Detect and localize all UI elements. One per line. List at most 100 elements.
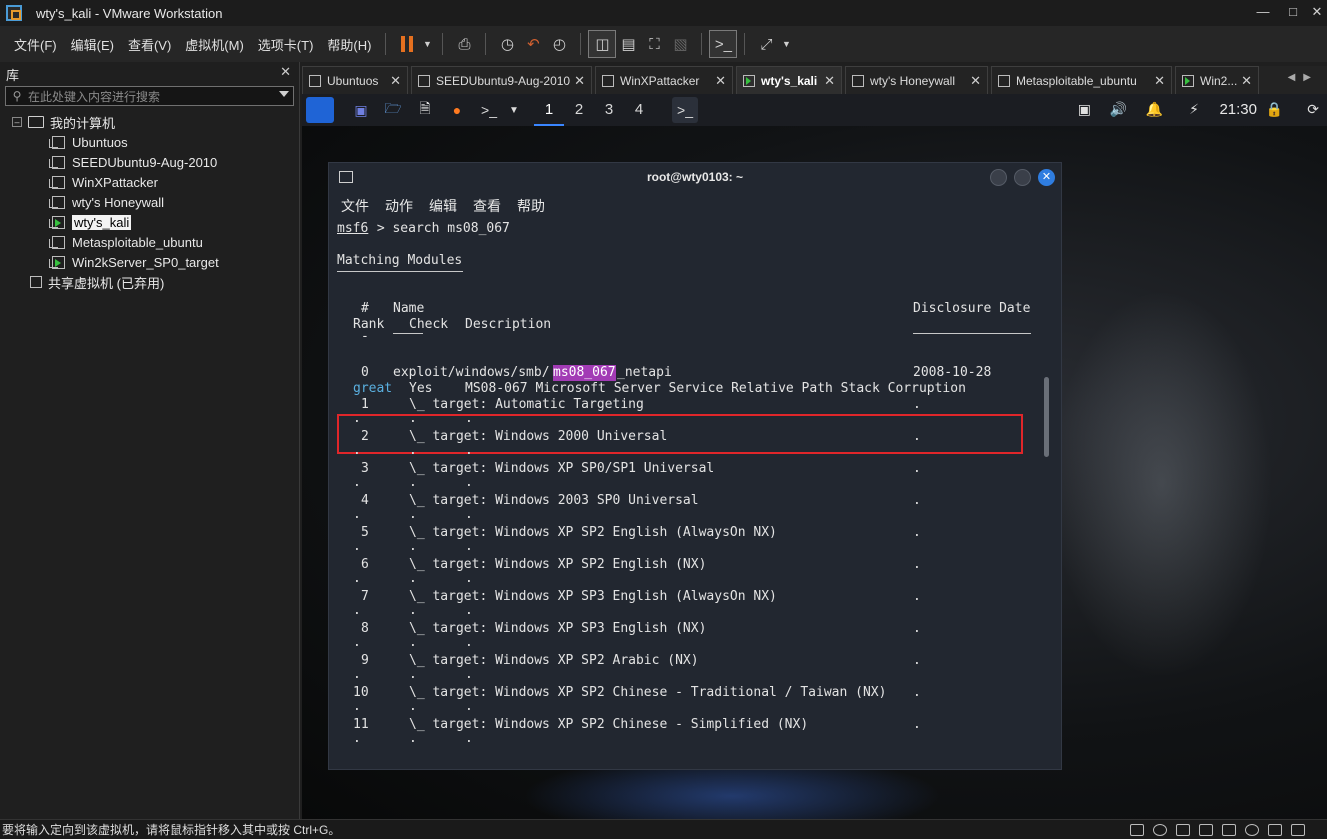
notification-bell-icon[interactable]: 🔔 [1146,101,1163,118]
send-ctrl-alt-del-icon[interactable]: ⎙ [451,31,477,57]
tree-item-vm[interactable]: SEEDUbuntu9-Aug-2010 [0,152,299,172]
minimize-icon[interactable]: — [1246,0,1280,26]
terminal-menu-help[interactable]: 帮助 [517,196,545,216]
display-icon[interactable]: ▣ [1078,101,1091,118]
thumbnail-bar-icon[interactable]: ▤ [615,31,641,57]
tab-metasploitable-ubuntu[interactable]: Metasploitable_ubuntu ✕ [991,66,1172,94]
terminal-title-bar[interactable]: root@wty0103: ~ ✕ [329,163,1061,193]
dot: . [409,539,417,554]
show-library-icon[interactable]: ◫ [588,30,617,58]
menu-help[interactable]: 帮助(H) [321,35,377,54]
terminal-close-icon[interactable]: ✕ [1038,169,1055,186]
network-icon[interactable] [1176,824,1190,836]
snapshot-icon[interactable]: ◷ [494,31,520,57]
power-manager-icon[interactable]: ⚡ [1189,101,1199,118]
tree-item-vm[interactable]: Metasploitable_ubuntu [0,232,299,252]
cd-drive-icon[interactable] [1153,824,1167,836]
tree-item-vm[interactable]: wty's Honeywall [0,192,299,212]
underline-rule [913,333,1031,334]
sound-card-icon[interactable] [1222,824,1236,836]
dot: . [353,699,361,714]
tree-item-vm-selected[interactable]: wty's_kali [0,212,299,232]
tab-seedubuntu[interactable]: SEEDUbuntu9-Aug-2010 ✕ [411,66,592,94]
tree-item-label: wty's_kali [72,214,132,230]
tab-wtys-kali[interactable]: wty's_kali ✕ [736,66,842,94]
tree-item-vm[interactable]: WinXPattacker [0,172,299,192]
workspace-3[interactable]: 3 [594,94,624,126]
menu-view[interactable]: 查看(V) [122,35,177,54]
clock[interactable]: 21:30 [1219,101,1257,118]
pause-icon[interactable] [394,31,420,57]
target-text: \_ target: Windows XP SP3 English (NX) [409,621,707,636]
tab-winxpattacker[interactable]: WinXPattacker ✕ [595,66,733,94]
fullscreen-icon[interactable]: ⛶ [641,31,667,57]
tab-close-icon[interactable]: ✕ [1154,73,1165,89]
lock-icon[interactable]: 🔒 [1266,101,1283,118]
tree-item-vm[interactable]: Win2kServer_SP0_target [0,252,299,272]
target-text: \_ target: Windows XP SP2 Chinese - Trad… [409,685,887,700]
terminal-menu-edit[interactable]: 编辑 [429,196,457,216]
firefox-icon[interactable]: ● [444,97,470,123]
workspace-1[interactable]: 1 [534,94,564,126]
kali-menu-icon[interactable] [306,97,334,123]
hard-disk-icon[interactable] [1130,824,1144,836]
menu-edit[interactable]: 编辑(E) [65,35,120,54]
terminal-scrollbar[interactable] [1044,377,1049,457]
text-editor-icon[interactable]: 🗎 [412,97,438,123]
close-icon[interactable]: ✕ [1300,0,1327,26]
terminal-minimize-icon[interactable] [990,169,1007,186]
tab-scroll-arrows-icon[interactable]: ◀▶ [1288,72,1319,83]
tree-item-vm[interactable]: Ubuntuos [0,132,299,152]
stretch-guest-icon[interactable]: ⤢ [753,31,779,57]
tab-wtys-honeywall[interactable]: wty's Honeywall ✕ [845,66,988,94]
volume-icon[interactable]: 🔊 [1110,101,1127,118]
terminal-maximize-icon[interactable] [1014,169,1031,186]
menu-vm[interactable]: 虚拟机(M) [179,35,250,54]
dot: . [353,635,361,650]
terminal-menu-file[interactable]: 文件 [341,196,369,216]
tab-close-icon[interactable]: ✕ [574,73,585,89]
tab-close-icon[interactable]: ✕ [1241,73,1252,89]
workspace-2[interactable]: 2 [564,94,594,126]
stretch-dropdown-icon[interactable]: ▼ [779,31,793,57]
unity-icon[interactable]: ▧ [667,31,693,57]
tab-win2k[interactable]: Win2... ✕ [1175,66,1259,94]
tree-item-shared-vms[interactable]: 共享虚拟机 (已弃用) [0,272,299,292]
console-view-icon[interactable]: >_ [709,30,738,58]
tab-close-icon[interactable]: ✕ [824,73,835,89]
vm-running-icon [49,255,65,269]
display-device-icon[interactable] [1268,824,1282,836]
collapse-icon[interactable]: – [12,117,22,127]
tab-close-icon[interactable]: ✕ [390,73,401,89]
terminal-menu-view[interactable]: 查看 [473,196,501,216]
revert-snapshot-icon[interactable]: ↶ [520,31,546,57]
dot: . [465,411,473,426]
workspace-4[interactable]: 4 [624,94,654,126]
message-icon[interactable] [1291,824,1305,836]
tree-root-my-computer[interactable]: – 我的计算机 [0,112,299,132]
file-manager-icon[interactable]: 🗁 [380,97,406,123]
taskbar-terminal-icon[interactable]: >_ [672,97,698,123]
settings-icon[interactable] [1245,824,1259,836]
terminal-menu-actions[interactable]: 动作 [385,196,413,216]
menu-file[interactable]: 文件(F) [8,35,63,54]
desktop-icon[interactable]: ▣ [348,97,374,123]
target-index: 3 [361,461,369,476]
header-description: Description [465,317,552,332]
target-text: \_ target: Windows 2000 Universal [409,429,668,444]
tab-close-icon[interactable]: ✕ [970,73,981,89]
menu-tabs[interactable]: 选项卡(T) [252,35,320,54]
tab-close-icon[interactable]: ✕ [715,73,726,89]
terminal-window[interactable]: root@wty0103: ~ ✕ 文件 动作 编辑 查看 帮助 msf6 > … [328,162,1062,770]
usb-icon[interactable] [1199,824,1213,836]
snapshot-manager-icon[interactable]: ◴ [546,31,572,57]
terminal-dropdown-icon[interactable]: ▼ [508,97,520,123]
pause-dropdown-icon[interactable]: ▼ [420,31,434,57]
vm-display[interactable]: ▣ 🗁 🗎 ● >_ ▼ 1 2 3 4 >_ ▣ 🔊 🔔 ⚡ 21:30 🔒 … [302,94,1327,819]
library-search-input[interactable]: ⚲ 在此处键入内容进行搜索 [5,86,294,106]
search-dropdown-icon[interactable] [279,91,289,97]
logout-icon[interactable]: ⟳ [1307,101,1319,118]
terminal-icon[interactable]: >_ [476,97,502,123]
tab-ubuntuos[interactable]: Ubuntuos ✕ [302,66,408,94]
library-close-icon[interactable]: ✕ [280,64,291,80]
